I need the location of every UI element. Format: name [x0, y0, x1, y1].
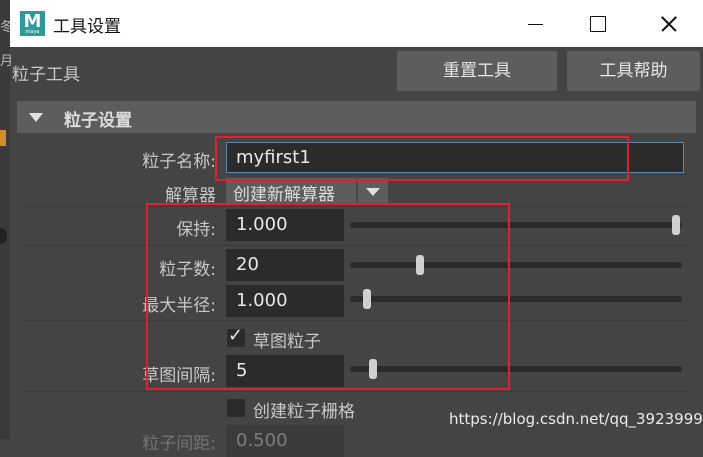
- strip-handle: [0, 228, 7, 244]
- particle-spacing-input: 0.500: [226, 425, 344, 457]
- conserve-slider-handle[interactable]: [672, 215, 680, 235]
- particle-settings-section-header[interactable]: 粒子设置: [17, 101, 696, 133]
- dropdown-divider: [356, 178, 358, 205]
- tool-name-label: 粒子工具: [12, 65, 80, 85]
- section-title: 粒子设置: [64, 111, 132, 131]
- particle-spacing-label: 粒子间距:: [142, 434, 216, 454]
- strip-accent: [0, 130, 6, 146]
- divider: [22, 391, 692, 392]
- background-window-strip: 冬 月: [0, 0, 14, 439]
- tool-help-button[interactable]: 工具帮助: [567, 51, 700, 91]
- window-title: 工具设置: [53, 17, 121, 37]
- highlight-box: [146, 203, 510, 390]
- create-particle-grid-checkbox[interactable]: [227, 399, 245, 417]
- watermark-text: https://blog.csdn.net/qq_39239990: [449, 410, 703, 428]
- logo-caption: maya: [25, 29, 40, 35]
- solver-dropdown[interactable]: 创建新解算器: [226, 178, 388, 205]
- create-particle-grid-label: 创建粒子栅格: [253, 402, 355, 422]
- strip-glyph: 月: [0, 54, 14, 69]
- chevron-down-icon[interactable]: [366, 188, 380, 196]
- reset-tool-button[interactable]: 重置工具: [397, 51, 557, 91]
- title-bar: M maya 工具设置: [10, 0, 703, 47]
- collapse-arrow-icon[interactable]: [29, 113, 43, 122]
- maximize-button[interactable]: [568, 0, 628, 47]
- solver-selected-value: 创建新解算器: [233, 185, 335, 205]
- particle-name-label: 粒子名称:: [142, 152, 216, 172]
- maya-logo-icon: M maya: [20, 11, 45, 36]
- minimize-button[interactable]: [505, 0, 565, 47]
- close-button[interactable]: [637, 0, 697, 47]
- strip-glyph: 冬: [0, 20, 14, 35]
- highlight-box: [215, 136, 629, 181]
